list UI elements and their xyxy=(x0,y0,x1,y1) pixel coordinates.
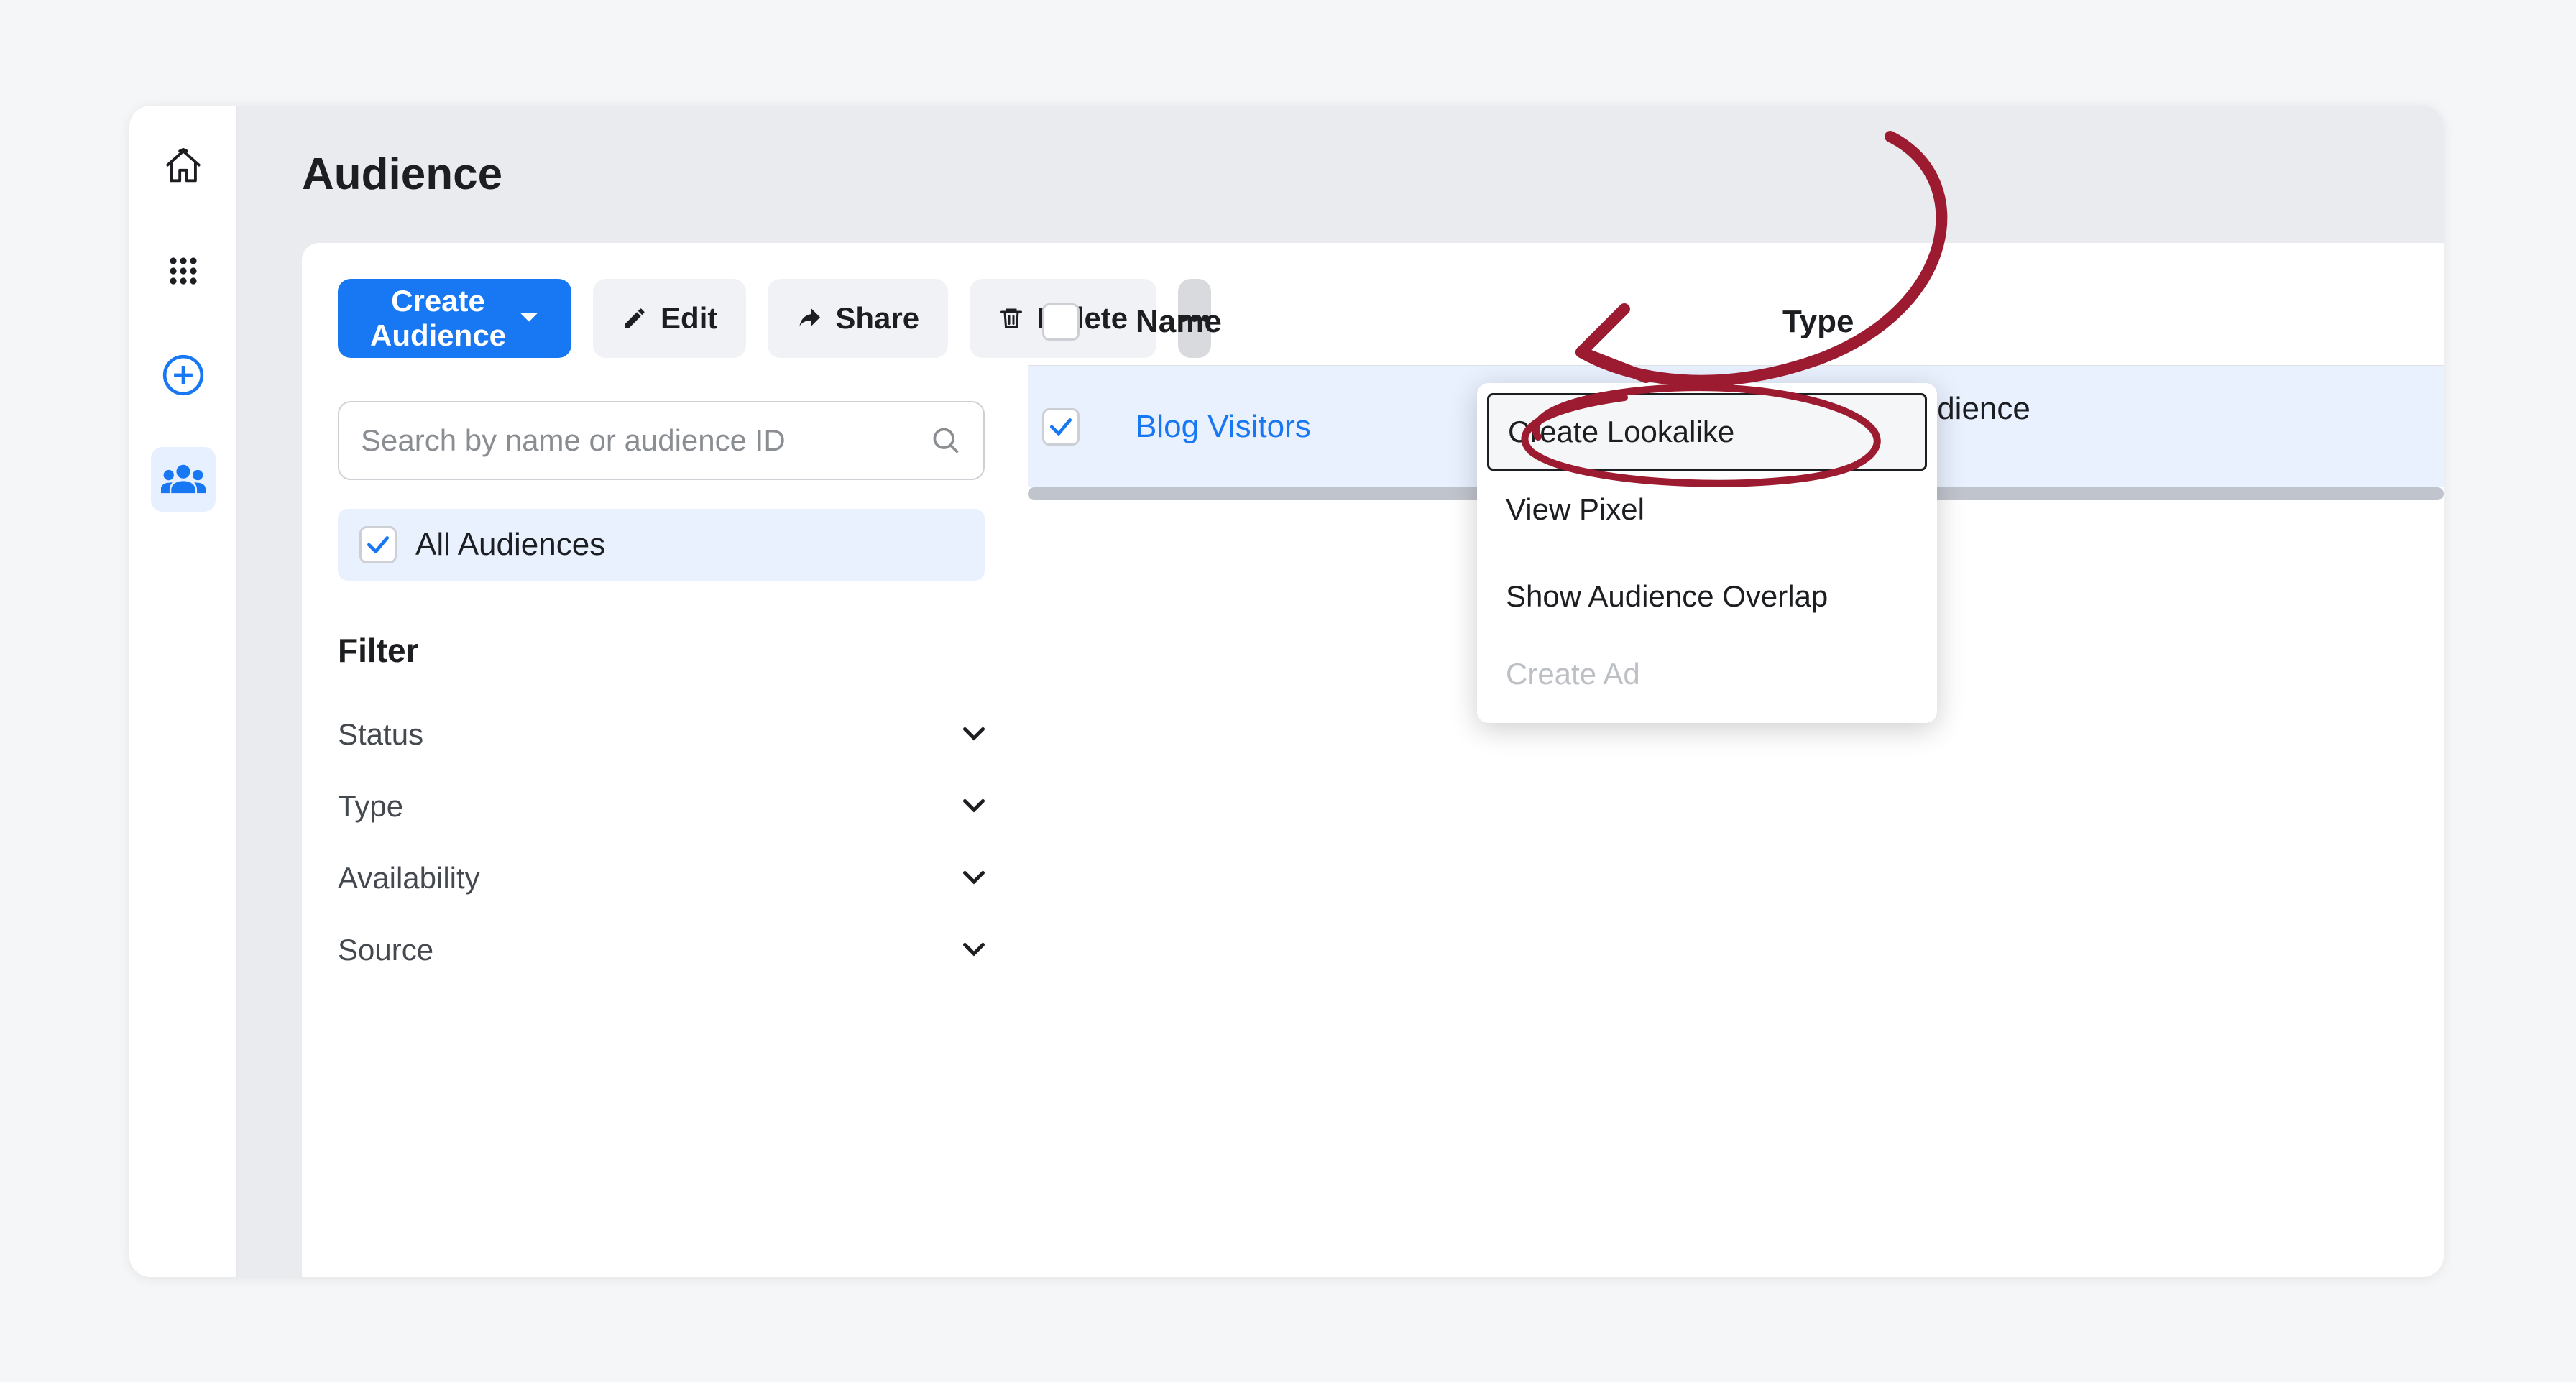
dropdown-create-ad: Create Ad xyxy=(1477,635,1937,713)
pencil-icon xyxy=(622,305,648,331)
filter-type[interactable]: Type xyxy=(338,770,985,842)
all-audiences-checkbox[interactable] xyxy=(359,526,397,563)
chevron-down-icon xyxy=(963,799,985,814)
people-icon xyxy=(161,461,206,498)
filter-label: Source xyxy=(338,933,433,967)
plus-circle-icon xyxy=(161,353,206,397)
search-icon xyxy=(930,425,962,456)
chevron-down-icon xyxy=(963,871,985,885)
filter-title: Filter xyxy=(338,631,985,670)
nav-home[interactable] xyxy=(151,134,216,199)
left-panel: Create Audience Edit xyxy=(338,279,1028,1277)
home-icon xyxy=(162,146,204,188)
chevron-down-icon xyxy=(963,943,985,957)
column-header-type[interactable]: Type xyxy=(1782,304,2444,340)
all-audiences-label: All Audiences xyxy=(415,527,605,563)
select-all-checkbox[interactable] xyxy=(1042,303,1080,341)
edit-button[interactable]: Edit xyxy=(593,279,746,358)
chevron-down-icon xyxy=(963,727,985,742)
filter-status[interactable]: Status xyxy=(338,699,985,770)
column-header-name[interactable]: Name xyxy=(1136,304,1747,340)
content-body: Create Audience Edit xyxy=(302,243,2444,1277)
content-area: Audience Create Audience xyxy=(237,106,2444,1277)
nav-create[interactable] xyxy=(151,343,216,407)
grid-icon xyxy=(166,254,201,288)
table-header: Name Type xyxy=(1028,279,2444,365)
search-input[interactable] xyxy=(361,423,930,458)
filter-label: Type xyxy=(338,789,403,824)
nav-apps[interactable] xyxy=(151,239,216,303)
share-label: Share xyxy=(835,301,919,336)
filter-label: Availability xyxy=(338,861,480,895)
share-button[interactable]: Share xyxy=(768,279,948,358)
search-field[interactable] xyxy=(338,401,985,480)
share-icon xyxy=(796,305,822,331)
filter-source[interactable]: Source xyxy=(338,914,985,986)
create-audience-button[interactable]: Create Audience xyxy=(338,279,571,358)
filter-availability[interactable]: Availability xyxy=(338,842,985,914)
table-panel: Name Type Blog Visitors Custom Audience xyxy=(1028,279,2444,1277)
all-audiences-row[interactable]: All Audiences xyxy=(338,509,985,581)
dropdown-show-overlap[interactable]: Show Audience Overlap xyxy=(1477,558,1937,635)
left-rail xyxy=(129,106,237,1277)
dropdown-create-lookalike[interactable]: Create Lookalike xyxy=(1487,393,1927,471)
app-window: Audience Create Audience xyxy=(129,106,2444,1277)
page-title: Audience xyxy=(302,149,2379,200)
nav-audiences[interactable] xyxy=(151,447,216,512)
more-dropdown: Create Lookalike View Pixel Show Audienc… xyxy=(1477,383,1937,723)
content-header: Audience xyxy=(237,106,2444,243)
row-checkbox[interactable] xyxy=(1042,408,1080,446)
create-audience-label: Create Audience xyxy=(370,284,506,353)
toolbar: Create Audience Edit xyxy=(338,279,985,358)
caret-down-icon xyxy=(519,311,539,326)
dropdown-view-pixel[interactable]: View Pixel xyxy=(1477,471,1937,548)
edit-label: Edit xyxy=(661,301,717,336)
trash-icon xyxy=(998,305,1024,331)
filter-label: Status xyxy=(338,717,423,752)
